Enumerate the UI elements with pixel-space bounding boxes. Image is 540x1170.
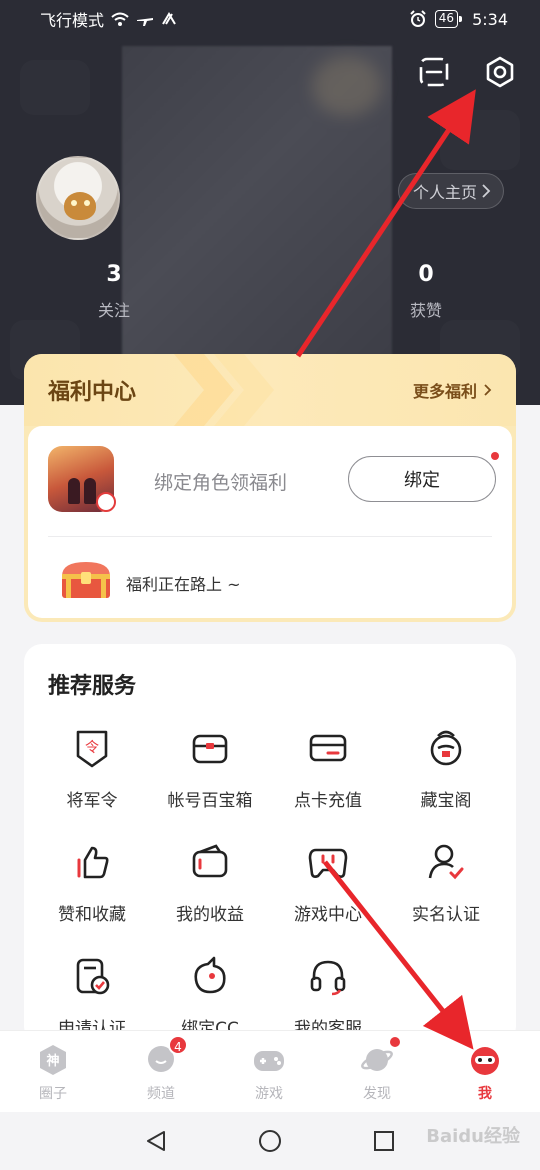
divider	[48, 536, 492, 537]
headset-icon	[310, 960, 346, 996]
service-label: 游戏中心	[294, 905, 362, 925]
service-bind-cc[interactable]: 绑定CC	[150, 954, 270, 1039]
channel-badge: 4	[168, 1035, 188, 1055]
service-label: 藏宝阁	[420, 791, 472, 811]
tab-label: 圈子	[39, 1086, 67, 1102]
service-label: 点卡充值	[294, 791, 362, 811]
treasure-box-icon	[192, 734, 228, 764]
gamepad-icon	[254, 1051, 284, 1071]
home-icon[interactable]	[258, 1129, 282, 1153]
profile-header: 飞行模式 46 5:34 个人主页 3 关注 0 获赞	[0, 0, 540, 405]
service-card-recharge[interactable]: 点卡充值	[268, 726, 388, 811]
tab-circle[interactable]: 神 圈子	[8, 1043, 98, 1103]
profile-home-button[interactable]: 个人主页	[397, 173, 504, 209]
welfare-center-card: 福利中心 更多福利 绑定角色领福利 绑定 福利正在路上 ~	[24, 354, 516, 622]
stat-following[interactable]: 3 关注	[92, 262, 136, 321]
back-icon[interactable]	[144, 1129, 168, 1153]
service-customer-support[interactable]: 我的客服	[268, 954, 388, 1039]
following-count: 3	[106, 262, 122, 287]
following-label: 关注	[97, 301, 130, 320]
bind-prompt-text: 绑定角色领福利	[154, 472, 288, 494]
nfc-icon	[162, 12, 176, 25]
card-recharge-icon	[309, 734, 347, 762]
welfare-on-way-text: 福利正在路上 ~	[126, 575, 241, 594]
service-label: 实名认证	[412, 905, 480, 925]
welfare-title: 福利中心	[48, 380, 137, 405]
general-order-icon: 令	[76, 730, 108, 768]
blurred-region	[122, 46, 392, 356]
svg-text:令: 令	[85, 740, 99, 756]
apply-verify-icon	[76, 958, 110, 995]
cc-bind-icon	[194, 956, 226, 994]
carrier-text: 飞行模式	[40, 11, 105, 30]
gamepad-icon	[308, 848, 348, 878]
wifi-icon	[111, 12, 129, 26]
tab-label: 游戏	[255, 1086, 283, 1102]
bind-button[interactable]: 绑定	[348, 456, 496, 502]
service-account-box[interactable]: 帐号百宝箱	[150, 726, 270, 811]
alarm-icon	[410, 10, 426, 27]
likes-count: 0	[418, 262, 434, 287]
service-label: 我的收益	[176, 905, 244, 925]
service-general-order[interactable]: 令 将军令	[32, 726, 152, 811]
welfare-header: 福利中心 更多福利	[24, 354, 516, 426]
watermark: Baidu经验	[426, 1126, 520, 1147]
recents-icon[interactable]	[372, 1129, 396, 1153]
service-game-center[interactable]: 游戏中心	[268, 840, 388, 925]
profile-home-label: 个人主页	[412, 183, 477, 202]
clock: 5:34	[472, 9, 508, 29]
planet-icon	[361, 1049, 393, 1071]
tab-discover[interactable]: 发现	[332, 1037, 422, 1103]
treasure-chest-icon	[62, 562, 110, 598]
me-mascot-icon	[471, 1047, 499, 1075]
service-likes-favorites[interactable]: 赞和收藏	[32, 840, 152, 925]
treasure-pavilion-icon	[430, 730, 462, 766]
bottom-tab-bar: 神 圈子 4 频道 游戏 发现 我	[0, 1030, 540, 1112]
tab-channel[interactable]: 4 频道	[116, 1035, 206, 1103]
circle-god-icon: 神	[40, 1045, 66, 1075]
chevron-right-icon	[484, 384, 492, 396]
stat-likes[interactable]: 0 获赞	[400, 262, 452, 321]
tab-label: 我	[478, 1086, 492, 1102]
airplane-icon	[137, 18, 154, 26]
more-welfare-link[interactable]: 更多福利	[413, 378, 492, 402]
likes-label: 获赞	[409, 301, 442, 320]
chevron-right-icon	[482, 184, 491, 198]
svg-text:神: 神	[46, 1053, 59, 1069]
chevron-decor-icon	[214, 354, 274, 426]
service-apply-verify[interactable]: 申请认证	[32, 954, 152, 1039]
service-my-earnings[interactable]: 我的收益	[150, 840, 270, 925]
bg-pattern	[440, 110, 520, 170]
tab-label: 发现	[363, 1086, 391, 1102]
service-real-name[interactable]: 实名认证	[386, 840, 506, 925]
services-title: 推荐服务	[48, 674, 137, 699]
thumbs-up-icon	[77, 846, 109, 879]
wallet-icon	[192, 844, 228, 878]
netease-badge-icon	[96, 492, 116, 512]
notification-dot	[491, 452, 499, 460]
tab-games[interactable]: 游戏	[224, 1043, 314, 1103]
recommended-services-card: 推荐服务 令 将军令 帐号百宝箱 点卡充值 藏宝阁 赞和收藏 我的收益 游戏中心…	[24, 644, 516, 1044]
scan-icon[interactable]	[418, 56, 450, 88]
service-label: 帐号百宝箱	[167, 791, 253, 811]
tab-me[interactable]: 我	[440, 1043, 530, 1103]
discover-dot	[390, 1037, 400, 1047]
user-verify-icon	[428, 844, 464, 880]
settings-gear-icon[interactable]	[484, 56, 516, 88]
bg-pattern	[20, 60, 90, 115]
battery-indicator: 46	[434, 10, 463, 28]
service-label: 将军令	[66, 791, 118, 811]
avatar[interactable]	[36, 156, 120, 240]
more-welfare-label: 更多福利	[412, 382, 477, 401]
service-treasure-pavilion[interactable]: 藏宝阁	[386, 726, 506, 811]
tab-label: 频道	[147, 1086, 175, 1102]
welfare-body: 绑定角色领福利 绑定 福利正在路上 ~	[28, 426, 512, 618]
service-label: 赞和收藏	[58, 905, 126, 925]
status-bar: 飞行模式 46 5:34	[0, 0, 540, 38]
